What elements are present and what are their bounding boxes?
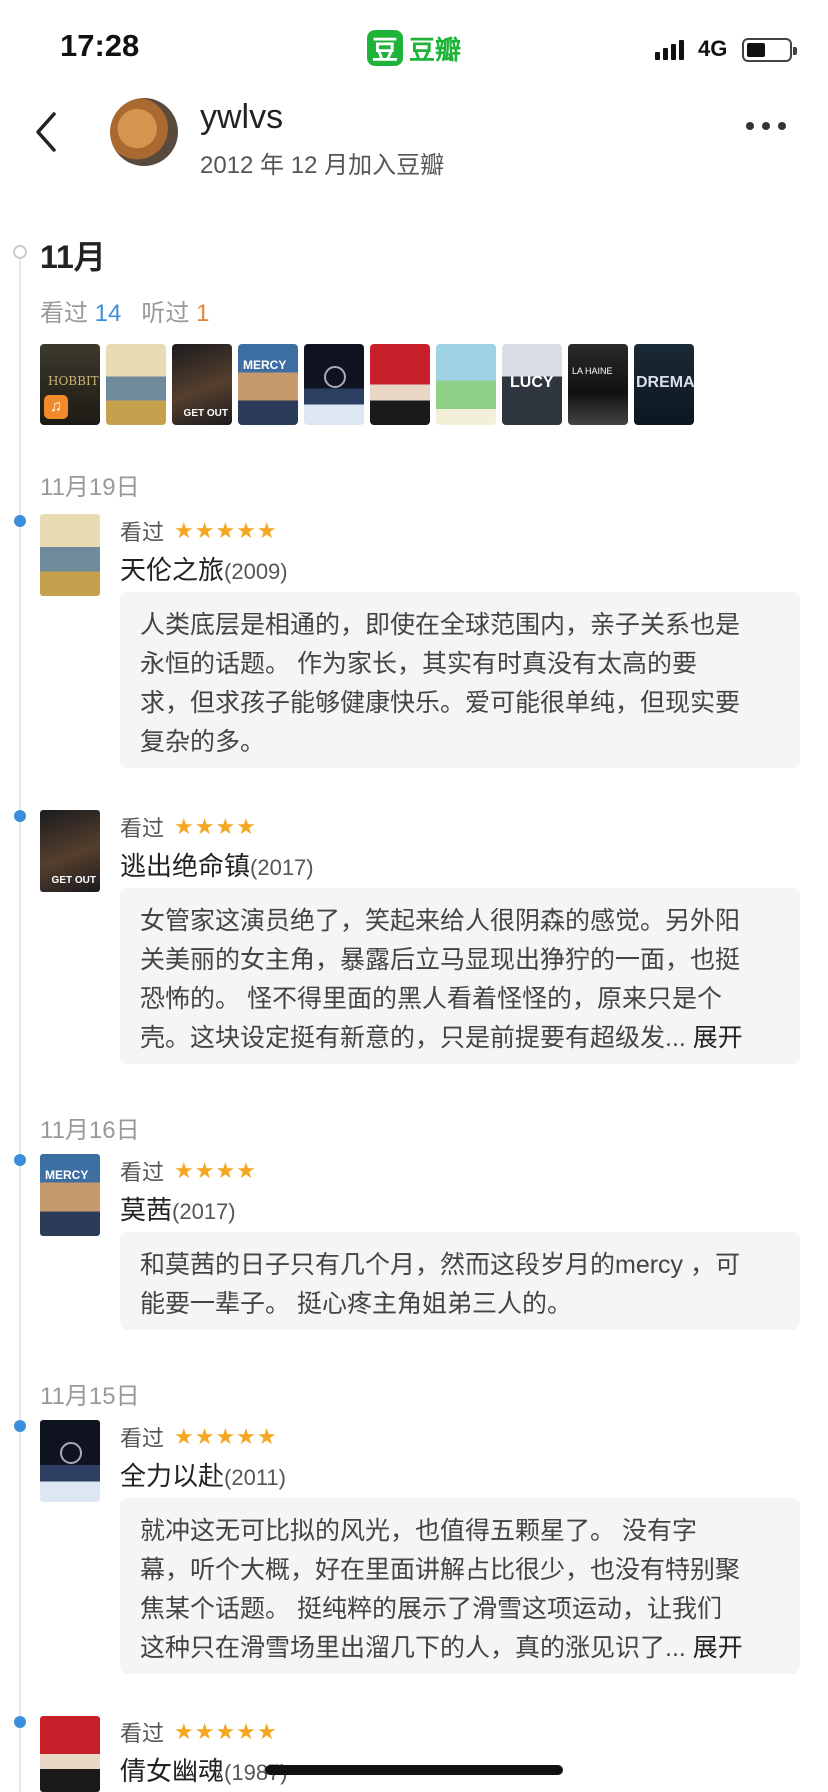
- music-note-icon: ♫: [44, 395, 68, 419]
- review-line: 人类底层是相通的，即使在全球范围内，亲子关系也是: [140, 611, 741, 639]
- poster-hobbit[interactable]: ♫: [40, 344, 100, 425]
- movie-title[interactable]: 逃出绝命镇: [120, 851, 250, 881]
- timeline-dot: [14, 810, 26, 822]
- entry-status: 看过 ★★★★★: [120, 1421, 278, 1453]
- entry-status: 看过 ★★★★★: [120, 1716, 278, 1748]
- review-line: 焦某个话题。 挺纯粹的展示了滑雪这项运动，让我们: [140, 1595, 722, 1623]
- entry-status: 看过 ★★★★★: [120, 515, 278, 547]
- entry-status: 看过 ★★★★: [120, 811, 257, 843]
- timeline-dot: [14, 1716, 26, 1728]
- review-line: 就冲这无可比拟的风光，也值得五颗星了。 没有字: [140, 1517, 697, 1545]
- watched-label: 看过: [40, 300, 88, 327]
- review-line: 壳。这块设定挺有新意的，只是前提要有超级发... 展开: [140, 1019, 780, 1058]
- timeline-dot: [14, 515, 26, 527]
- movie-year: (2011): [224, 1465, 286, 1490]
- movie-title[interactable]: 莫茜: [120, 1195, 172, 1225]
- review-box[interactable]: 和莫茜的日子只有几个月，然而这段岁月的mercy ，可 能要一辈子。 挺心疼主角…: [120, 1232, 800, 1330]
- home-indicator[interactable]: [265, 1765, 563, 1775]
- review-line: 幕，听个大概，好在里面讲解占比很少，也没有特别聚: [140, 1556, 741, 1584]
- month-stats: 看过 14 听过 1: [40, 293, 209, 328]
- join-date: 2012 年 12 月加入豆瓣: [200, 152, 445, 179]
- movie-title[interactable]: 全力以赴: [120, 1461, 224, 1491]
- listened-count[interactable]: 1: [196, 300, 209, 327]
- review-line: 女管家这演员绝了，笑起来给人很阴森的感觉。另外阳: [140, 907, 741, 935]
- poster-lucy[interactable]: [502, 344, 562, 425]
- expand-link[interactable]: 展开: [693, 1634, 743, 1662]
- review-line-text: 壳。这块设定挺有新意的，只是前提要有超级发...: [140, 1024, 686, 1052]
- status-label: 看过: [120, 520, 165, 545]
- entry-title[interactable]: 逃出绝命镇(2017): [120, 846, 314, 883]
- rating-stars: ★★★★★: [174, 1424, 278, 1449]
- date-label: 11月16日: [40, 1117, 140, 1144]
- movie-year: (2009): [224, 559, 288, 584]
- movie-year: (2017): [172, 1199, 236, 1224]
- avatar[interactable]: [110, 98, 178, 166]
- review-line: 复杂的多。: [140, 728, 266, 756]
- movie-title[interactable]: 天伦之旅: [120, 555, 224, 585]
- poster-ski[interactable]: [304, 344, 364, 425]
- listened-label: 听过: [141, 300, 190, 327]
- status-label: 看过: [120, 1160, 165, 1185]
- month-poster-strip: ♫: [40, 344, 694, 425]
- status-label: 看过: [120, 1426, 165, 1451]
- date-label: 11月15日: [40, 1383, 140, 1410]
- entry-poster[interactable]: [40, 1420, 100, 1502]
- username[interactable]: ywlvs: [200, 98, 283, 137]
- battery-level: [747, 43, 765, 57]
- movie-title[interactable]: 倩女幽魂: [120, 1756, 224, 1786]
- poster-babies[interactable]: [106, 344, 166, 425]
- network-type: 4G: [698, 36, 728, 61]
- entry-poster[interactable]: [40, 514, 100, 596]
- poster-la-haine[interactable]: [568, 344, 628, 425]
- entry-poster[interactable]: [40, 1716, 100, 1792]
- review-box[interactable]: 就冲这无可比拟的风光，也值得五颗星了。 没有字 幕，听个大概，好在里面讲解占比很…: [120, 1498, 800, 1674]
- expand-link[interactable]: 展开: [693, 1024, 743, 1052]
- entry-title[interactable]: 全力以赴(2011): [120, 1456, 286, 1493]
- poster-mercy[interactable]: [238, 344, 298, 425]
- status-label: 看过: [120, 816, 165, 841]
- review-box[interactable]: 人类底层是相通的，即使在全球范围内，亲子关系也是 永恒的话题。 作为家长，其实有…: [120, 592, 800, 768]
- month-marker: [13, 245, 27, 259]
- review-line: 关美丽的女主角，暴露后立马显现出狰狞的一面，也挺: [140, 946, 741, 974]
- review-line: 求，但求孩子能够健康快乐。爱可能很单纯，但现实要: [140, 689, 741, 717]
- review-box[interactable]: 女管家这演员绝了，笑起来给人很阴森的感觉。另外阳 关美丽的女主角，暴露后立马显现…: [120, 888, 800, 1064]
- entry-title[interactable]: 莫茜(2017): [120, 1190, 236, 1227]
- status-bar: 17:28 豆 豆瓣 4G: [0, 0, 828, 96]
- rating-stars: ★★★★★: [174, 1719, 278, 1744]
- entry-title[interactable]: 倩女幽魂(1987): [120, 1751, 288, 1788]
- status-time: 17:28: [60, 28, 140, 63]
- status-label: 看过: [120, 1721, 165, 1746]
- battery-icon: [742, 38, 797, 62]
- timeline-dot: [14, 1154, 26, 1166]
- timeline-line: [19, 252, 21, 1792]
- more-options-icon[interactable]: [746, 122, 786, 130]
- review-line: 永恒的话题。 作为家长，其实有时真没有太高的要: [140, 650, 697, 678]
- poster-drema[interactable]: [634, 344, 694, 425]
- poster-get-out[interactable]: [172, 344, 232, 425]
- watched-count[interactable]: 14: [95, 300, 122, 327]
- douban-logo-icon: 豆: [367, 30, 403, 66]
- movie-year: (2017): [250, 855, 314, 880]
- date-label: 11月19日: [40, 474, 140, 501]
- review-line: 恐怖的。 怪不得里面的黑人看着怪怪的，原来只是个: [140, 985, 722, 1013]
- month-title: 11月: [40, 239, 106, 275]
- entry-status: 看过 ★★★★: [120, 1155, 257, 1187]
- review-line: 能要一辈子。 挺心疼主角姐弟三人的。: [140, 1290, 572, 1318]
- signal-icon: [655, 38, 684, 60]
- poster-anime[interactable]: [436, 344, 496, 425]
- rating-stars: ★★★★: [174, 814, 257, 839]
- app-name: 豆瓣: [409, 34, 462, 65]
- rating-stars: ★★★★: [174, 1158, 257, 1183]
- back-chevron-icon[interactable]: [28, 108, 68, 156]
- poster-chinese-ghost-story[interactable]: [370, 344, 430, 425]
- entry-title[interactable]: 天伦之旅(2009): [120, 550, 288, 587]
- app-badge: 豆 豆瓣: [367, 30, 461, 66]
- review-line-text: 这种只在滑雪场里出溜几下的人，真的涨见识了...: [140, 1634, 686, 1662]
- entry-poster[interactable]: [40, 810, 100, 892]
- timeline-dot: [14, 1420, 26, 1432]
- rating-stars: ★★★★★: [174, 518, 278, 543]
- entry-poster[interactable]: [40, 1154, 100, 1236]
- review-line: 和莫茜的日子只有几个月，然而这段岁月的mercy ，可: [140, 1251, 741, 1279]
- review-line: 这种只在滑雪场里出溜几下的人，真的涨见识了... 展开: [140, 1629, 780, 1668]
